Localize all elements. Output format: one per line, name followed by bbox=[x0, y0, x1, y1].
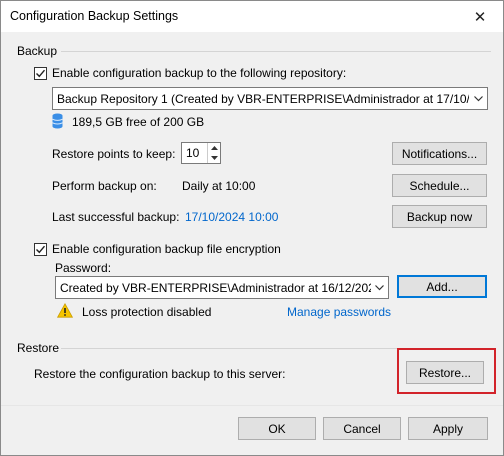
apply-button[interactable]: Apply bbox=[408, 417, 488, 440]
restore-points-stepper[interactable]: 10 bbox=[181, 142, 221, 164]
checkmark-icon bbox=[36, 69, 46, 78]
enable-encryption-checkbox[interactable] bbox=[34, 243, 47, 256]
password-value: Created by VBR-ENTERPRISE\Administrador … bbox=[60, 281, 382, 295]
repository-value: Backup Repository 1 (Created by VBR-ENTE… bbox=[57, 92, 469, 106]
enable-backup-checkbox[interactable] bbox=[34, 67, 47, 80]
cancel-button[interactable]: Cancel bbox=[323, 417, 401, 440]
restore-points-label: Restore points to keep: bbox=[52, 147, 176, 161]
restore-section-label: Restore bbox=[17, 341, 60, 355]
title-bar: Configuration Backup Settings ✕ bbox=[1, 1, 503, 32]
restore-points-value: 10 bbox=[186, 146, 200, 160]
backup-section-label: Backup bbox=[17, 44, 58, 58]
warning-icon bbox=[56, 302, 74, 321]
warning-text: Loss protection disabled bbox=[82, 305, 212, 319]
restore-button[interactable]: Restore... bbox=[406, 361, 484, 384]
notifications-button[interactable]: Notifications... bbox=[392, 142, 487, 165]
chevron-down-icon bbox=[371, 277, 388, 298]
footer-divider bbox=[1, 405, 503, 406]
restore-description: Restore the configuration backup to this… bbox=[34, 367, 286, 381]
enable-backup-label: Enable configuration backup to the follo… bbox=[52, 66, 347, 80]
ok-button[interactable]: OK bbox=[238, 417, 316, 440]
password-label: Password: bbox=[55, 261, 112, 275]
window-title: Configuration Backup Settings bbox=[10, 9, 179, 23]
spin-up-icon[interactable] bbox=[207, 143, 220, 153]
free-space-text: 189,5 GB free of 200 GB bbox=[72, 115, 205, 129]
schedule-button[interactable]: Schedule... bbox=[392, 174, 487, 197]
password-dropdown[interactable]: Created by VBR-ENTERPRISE\Administrador … bbox=[55, 276, 389, 299]
backup-divider bbox=[61, 51, 491, 52]
dialog-window: Configuration Backup Settings ✕ Backup E… bbox=[0, 0, 504, 456]
database-icon bbox=[52, 113, 63, 132]
add-password-button[interactable]: Add... bbox=[397, 275, 487, 298]
enable-encryption-label: Enable configuration backup file encrypt… bbox=[52, 242, 281, 256]
chevron-down-icon bbox=[470, 88, 487, 109]
perform-backup-label: Perform backup on: bbox=[52, 179, 157, 193]
spin-down-icon[interactable] bbox=[207, 153, 220, 163]
last-backup-label: Last successful backup: bbox=[52, 210, 180, 224]
backup-now-button[interactable]: Backup now bbox=[392, 205, 487, 228]
last-backup-value: 17/10/2024 10:00 bbox=[185, 210, 279, 224]
checkmark-icon bbox=[36, 245, 46, 254]
close-icon[interactable]: ✕ bbox=[457, 1, 503, 32]
manage-passwords-link[interactable]: Manage passwords bbox=[287, 305, 391, 319]
perform-backup-value: Daily at 10:00 bbox=[182, 179, 256, 193]
repository-dropdown[interactable]: Backup Repository 1 (Created by VBR-ENTE… bbox=[52, 87, 488, 110]
